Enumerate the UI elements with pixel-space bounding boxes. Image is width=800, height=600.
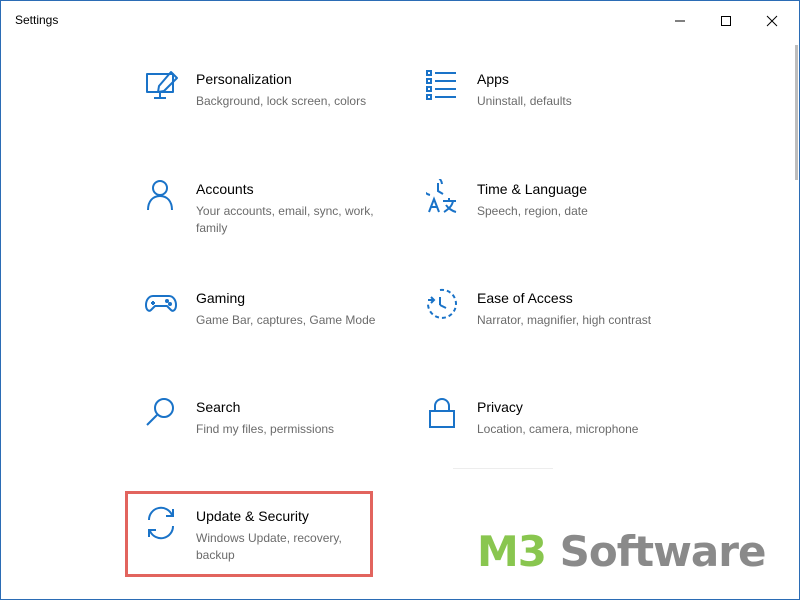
- time-language-icon: [426, 179, 457, 213]
- settings-item-title: Apps: [477, 71, 509, 87]
- settings-item-personalization[interactable]: Personalization Background, lock screen,…: [145, 69, 395, 159]
- settings-item-description: Your accounts, email, sync, work, family: [196, 204, 374, 235]
- minimize-button[interactable]: [657, 1, 703, 41]
- close-button[interactable]: [749, 1, 795, 41]
- settings-item-ease-of-access[interactable]: Ease of Access Narrator, magnifier, high…: [426, 288, 676, 378]
- settings-item-title: Search: [196, 399, 241, 415]
- settings-item-title: Privacy: [477, 399, 523, 415]
- maximize-button[interactable]: [703, 1, 749, 41]
- settings-item-description: Background, lock screen, colors: [196, 94, 367, 108]
- settings-item-title: Gaming: [196, 290, 246, 306]
- personalization-icon: [146, 71, 178, 99]
- gaming-icon: [145, 295, 177, 312]
- watermark-m3: M3: [477, 527, 547, 576]
- settings-item-title: Time & Language: [477, 181, 587, 197]
- scrollbar-thumb[interactable]: [795, 45, 798, 180]
- settings-item-accounts[interactable]: Accounts Your accounts, email, sync, wor…: [145, 179, 395, 269]
- settings-item-privacy[interactable]: Privacy Location, camera, microphone: [426, 397, 676, 487]
- accounts-icon: [147, 180, 173, 211]
- highlight-box: [125, 491, 373, 577]
- window-title: Settings: [15, 13, 59, 27]
- divider: [453, 468, 553, 469]
- search-icon: [146, 398, 174, 426]
- settings-item-title: Personalization: [196, 71, 292, 87]
- settings-window: Settings Personalization Background, loc…: [0, 0, 800, 600]
- watermark-logo: M3 Software: [477, 527, 767, 576]
- minimize-icon: [675, 20, 685, 22]
- close-icon: [766, 15, 778, 27]
- settings-item-gaming[interactable]: Gaming Game Bar, captures, Game Mode: [145, 288, 395, 378]
- settings-item-search[interactable]: Search Find my files, permissions: [145, 397, 395, 487]
- settings-item-description: Narrator, magnifier, high contrast: [477, 313, 652, 327]
- title-bar[interactable]: Settings: [1, 1, 799, 41]
- settings-item-apps[interactable]: Apps Uninstall, defaults: [426, 69, 676, 159]
- apps-icon: [426, 70, 456, 100]
- watermark-software: Software: [546, 527, 767, 576]
- settings-item-description: Location, camera, microphone: [477, 422, 639, 436]
- settings-item-title: Accounts: [196, 181, 254, 197]
- settings-item-description: Game Bar, captures, Game Mode: [196, 313, 376, 327]
- settings-item-description: Speech, region, date: [477, 204, 588, 218]
- lock-icon: [429, 398, 455, 428]
- settings-item-title: Ease of Access: [477, 290, 573, 306]
- ease-of-access-icon: [427, 288, 457, 319]
- maximize-icon: [721, 16, 731, 26]
- settings-item-time-language[interactable]: Time & Language Speech, region, date: [426, 179, 676, 269]
- settings-item-description: Uninstall, defaults: [477, 94, 572, 108]
- settings-item-description: Find my files, permissions: [196, 422, 335, 436]
